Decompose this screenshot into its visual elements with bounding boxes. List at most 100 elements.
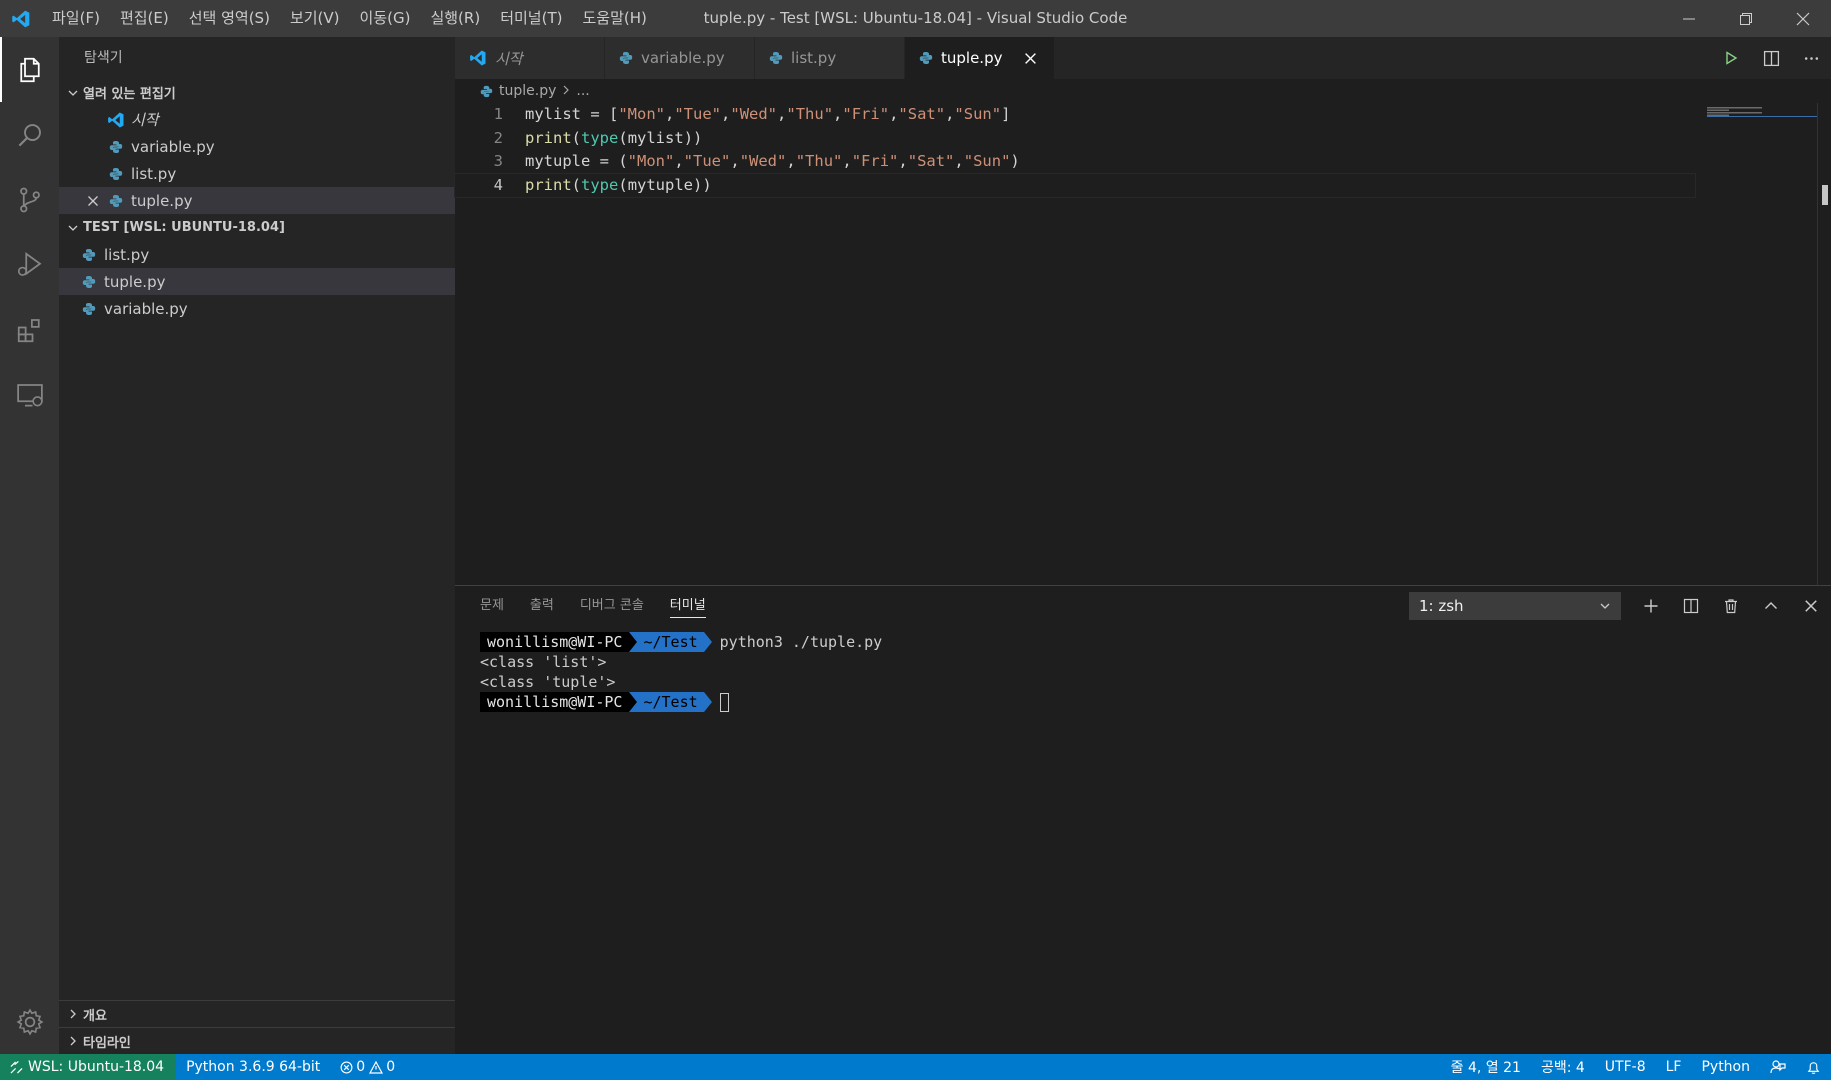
feedback-icon [1770,1060,1786,1074]
search-button[interactable] [0,102,59,167]
close-panel-button[interactable] [1791,586,1831,626]
file-item[interactable]: list.py [59,241,455,268]
menu-run[interactable]: 실행(R) [420,0,490,37]
cursor-position[interactable]: 줄 4, 열 21 [1441,1054,1531,1080]
close-icon [1025,52,1037,64]
remote-explorer-button[interactable] [0,362,59,427]
restore-icon [1739,12,1752,25]
language-mode[interactable]: Python [1691,1054,1760,1080]
new-terminal-button[interactable] [1631,586,1671,626]
file-label: variable.py [104,299,188,318]
open-editor-item[interactable]: 시작 [59,106,455,133]
restore-button[interactable] [1717,0,1774,37]
explorer-button[interactable] [0,37,59,102]
python-icon [769,51,783,65]
close-editor-button[interactable] [81,195,105,207]
vscode-logo-icon[interactable] [0,0,42,37]
end-of-line[interactable]: LF [1656,1054,1692,1080]
extensions-button[interactable] [0,297,59,362]
menu-go[interactable]: 이동(G) [350,0,421,37]
error-icon [340,1061,353,1073]
run-debug-icon [17,251,41,276]
editor-scrollbar[interactable] [1817,103,1831,585]
menu-help[interactable]: 도움말(H) [572,0,656,37]
run-debug-button[interactable] [0,232,59,297]
code-text: print(type(mylist)) [525,128,703,147]
workspace-label: TEST [WSL: UBUNTU-18.04] [83,220,285,235]
open-editor-item[interactable]: list.py [59,160,455,187]
vscode-logo-icon [105,111,127,129]
prompt-user: wonillism@WI-PC [480,692,630,712]
chevron-down-icon [63,87,83,99]
chevron-right-icon [63,1008,83,1020]
sidebar-bottom-sections: 개요 타임라인 [59,1000,455,1054]
activity-bar [0,37,59,1054]
workspace-header[interactable]: TEST [WSL: UBUNTU-18.04] [59,214,455,241]
plus-icon [1644,599,1658,613]
tab-output[interactable]: 출력 [530,586,554,626]
tab-debug-console[interactable]: 디버그 콘솔 [580,586,644,626]
terminal-output: <class 'tuple'> [480,673,616,691]
vscode-logo-icon [469,49,487,67]
terminal[interactable]: wonillism@WI-PC ~/Test python3 ./tuple.p… [455,626,1831,712]
file-item-selected[interactable]: tuple.py [59,268,455,295]
remote-indicator[interactable]: WSL: Ubuntu-18.04 [0,1054,177,1080]
minimap[interactable] [1707,103,1817,117]
bell-icon [1807,1061,1820,1074]
manage-button[interactable] [0,989,59,1054]
open-editors-header[interactable]: 열려 있는 편집기 [59,79,455,106]
tab-tuple-py[interactable]: tuple.py [905,37,1055,79]
prompt-separator [703,632,712,652]
open-editor-label: 시작 [131,111,159,129]
close-window-button[interactable] [1774,0,1831,37]
chevron-down-icon [63,222,83,234]
tab-welcome[interactable]: 시작 [455,37,605,79]
terminal-select[interactable]: 1: zsh [1409,592,1621,620]
problems-indicator[interactable]: 0 0 [330,1054,405,1080]
prompt-separator [703,692,712,712]
chevron-right-icon [63,1035,83,1047]
run-file-button[interactable] [1711,37,1751,79]
open-editor-item[interactable]: variable.py [59,133,455,160]
close-tab-button[interactable] [1024,52,1037,65]
breadcrumb-more[interactable]: ... [576,83,589,99]
tab-variable-py[interactable]: variable.py [605,37,755,79]
indentation[interactable]: 공백: 4 [1531,1054,1595,1080]
more-actions-button[interactable] [1791,37,1831,79]
tab-problems[interactable]: 문제 [480,586,504,626]
menu-file[interactable]: 파일(F) [42,0,110,37]
menu-view[interactable]: 보기(V) [280,0,350,37]
maximize-panel-button[interactable] [1751,586,1791,626]
tab-terminal[interactable]: 터미널 [669,586,706,626]
source-control-button[interactable] [0,167,59,232]
notifications-button[interactable] [1796,1054,1831,1080]
kill-terminal-button[interactable] [1711,586,1751,626]
open-editor-item-active[interactable]: tuple.py [59,187,455,214]
close-icon [1805,600,1817,612]
menu-terminal[interactable]: 터미널(T) [490,0,572,37]
timeline-header[interactable]: 타임라인 [59,1027,455,1054]
encoding[interactable]: UTF-8 [1595,1054,1656,1080]
file-item[interactable]: variable.py [59,295,455,322]
menu-edit[interactable]: 편집(E) [110,0,179,37]
breadcrumb-file[interactable]: tuple.py [499,83,556,99]
window-controls [1660,0,1831,37]
files-icon [19,57,40,82]
split-editor-button[interactable] [1751,37,1791,79]
code-line: 3 mytuple = ("Mon","Tue","Wed","Thu","Fr… [455,150,1831,174]
tab-list-py[interactable]: list.py [755,37,905,79]
python-interpreter[interactable]: Python 3.6.9 64-bit [176,1054,330,1080]
code-editor[interactable]: 1 mylist = ["Mon","Tue","Wed","Thu","Fri… [454,103,1831,198]
split-editor-icon [1763,50,1779,66]
minimize-button[interactable] [1660,0,1717,37]
split-terminal-button[interactable] [1671,586,1711,626]
errors-count: 0 [356,1059,366,1075]
status-bar: WSL: Ubuntu-18.04 Python 3.6.9 64-bit 0 … [0,1054,1831,1080]
remote-explorer-icon [16,383,43,406]
outline-header[interactable]: 개요 [59,1000,455,1027]
python-icon [919,51,933,65]
open-editor-label: tuple.py [131,191,193,210]
feedback-button[interactable] [1760,1054,1796,1080]
code-text: mytuple = ("Mon","Tue","Wed","Thu","Fri"… [525,152,1020,170]
menu-selection[interactable]: 선택 영역(S) [179,0,280,37]
